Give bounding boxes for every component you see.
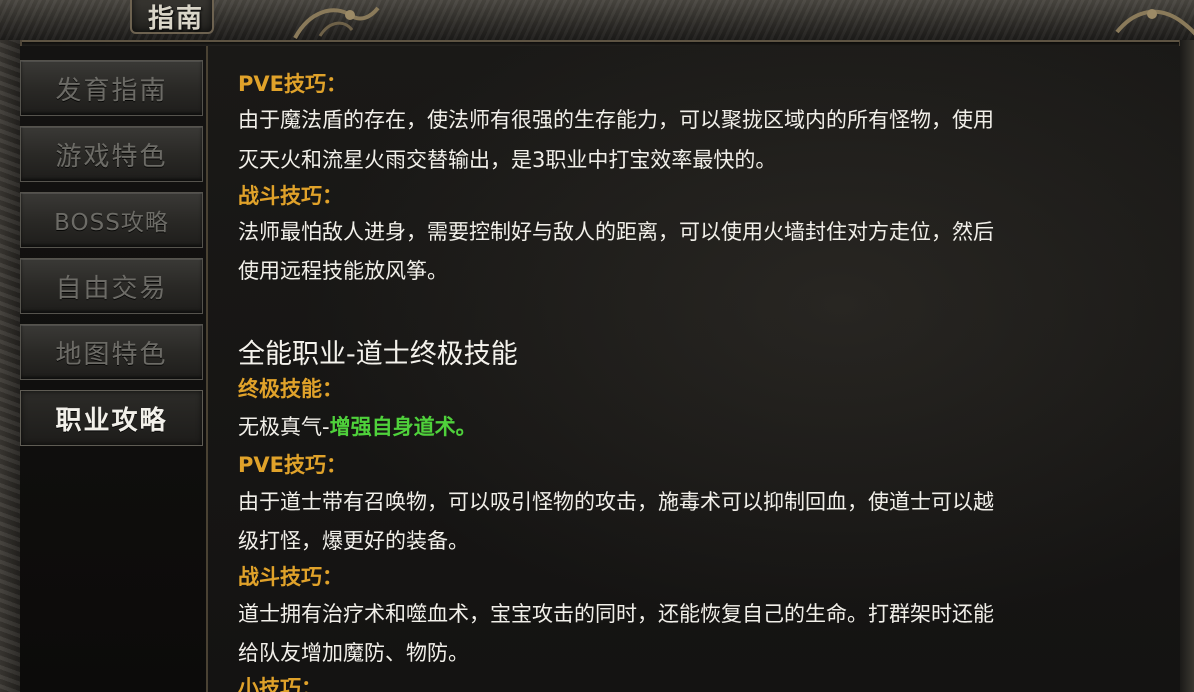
mage-combat-label: 战斗技巧： bbox=[238, 184, 343, 208]
mage-pve-label: PVE技巧： bbox=[238, 72, 347, 96]
window-right-frame bbox=[1179, 40, 1194, 692]
taoist-ultimate-skill-effect: 增强自身道术。 bbox=[329, 415, 477, 439]
taoist-combat-line-2: 给队友增加魔防、物防。 bbox=[238, 641, 469, 665]
guide-sidebar: 发育指南 游戏特色 BOSS攻略 自由交易 地图特色 职业攻略 bbox=[20, 46, 208, 692]
guide-window: 指南 发育指南 游戏特色 BOSS攻略 自由交易 地图特色 职业攻略 PVE技巧… bbox=[0, 0, 1194, 692]
nav-item-development-guide[interactable]: 发育指南 bbox=[20, 60, 203, 116]
taoist-ultimate-label: 终极技能： bbox=[238, 377, 343, 401]
nav-item-map-features[interactable]: 地图特色 bbox=[20, 324, 203, 380]
taoist-tips-label: 小技巧： bbox=[238, 676, 322, 692]
dragon-ornament-icon bbox=[1115, 9, 1194, 36]
nav-item-game-features[interactable]: 游戏特色 bbox=[20, 126, 203, 182]
mage-pve-line-1: 由于魔法盾的存在，使法师有很强的生存能力，可以聚拢区域内的所有怪物，使用 bbox=[238, 108, 994, 132]
mage-combat-line-1: 法师最怕敌人进身，需要控制好与敌人的距离，可以使用火墙封住对方走位，然后 bbox=[238, 220, 994, 244]
nav-item-boss-guide[interactable]: BOSS攻略 bbox=[20, 192, 203, 248]
taoist-combat-line-1: 道士拥有治疗术和噬血术，宝宝攻击的同时，还能恢复自己的生命。打群架时还能 bbox=[238, 602, 994, 626]
nav-item-free-trade[interactable]: 自由交易 bbox=[20, 258, 203, 314]
taoist-pve-label: PVE技巧： bbox=[238, 453, 347, 477]
taoist-ultimate-line: 无极真气-增强自身道术。 bbox=[238, 413, 477, 441]
nav-item-class-guide[interactable]: 职业攻略 bbox=[20, 390, 203, 446]
taoist-ultimate-skill-name: 无极真气- bbox=[238, 415, 330, 439]
dragon-ornament-icon bbox=[293, 6, 380, 39]
taoist-combat-label: 战斗技巧： bbox=[238, 565, 343, 589]
taoist-pve-line-2: 级打怪，爆更好的装备。 bbox=[238, 529, 469, 553]
window-title: 指南 bbox=[148, 4, 205, 34]
taoist-pve-line-1: 由于道士带有召唤物，可以吸引怪物的攻击，施毒术可以抑制回血，使道士可以越 bbox=[238, 490, 994, 514]
taoist-section-heading: 全能职业-道士终极技能 bbox=[238, 339, 518, 370]
mage-combat-line-2: 使用远程技能放风筝。 bbox=[238, 259, 448, 283]
mage-pve-line-2: 灭天火和流星火雨交替输出，是3职业中打宝效率最快的。 bbox=[238, 148, 777, 172]
window-left-frame bbox=[0, 40, 22, 692]
